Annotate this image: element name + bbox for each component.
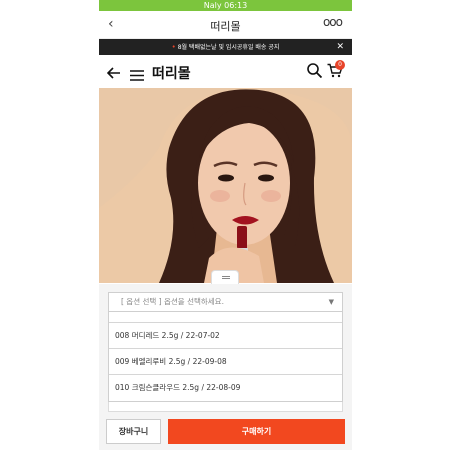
notice-dot-icon: • — [171, 43, 176, 51]
option-list: 008 머디레드 2.5g / 22-07-02 009 베엘리루비 2.5g … — [108, 312, 343, 402]
option-item[interactable]: 008 머디레드 2.5g / 22-07-02 — [109, 322, 342, 348]
product-image[interactable] — [99, 88, 352, 283]
phone-screen: Naly 06:13 ‹ 떠리몰 ooo • 8월 택배없는날 및 임시공휴일 … — [99, 0, 352, 450]
status-bar: Naly 06:13 — [99, 0, 352, 11]
drag-handle[interactable] — [211, 270, 239, 284]
notice-banner[interactable]: • 8월 택배없는날 및 임시공휴일 배송 공지 ✕ — [99, 39, 352, 55]
more-options-icon[interactable]: ooo — [323, 15, 343, 29]
back-arrow-icon[interactable] — [106, 64, 121, 83]
title-bar: ‹ 떠리몰 ooo — [99, 11, 352, 39]
option-list-footer — [108, 402, 343, 412]
option-panel: [ 옵션 선택 ] 옵션을 선택하세요. ▼ 008 머디레드 2.5g / 2… — [99, 284, 352, 450]
shop-name[interactable]: 떠리몰 — [152, 63, 191, 83]
caret-down-icon: ▼ — [328, 298, 334, 306]
cart-count-badge: 0 — [335, 60, 345, 70]
shop-header: 떠리몰 0 — [99, 55, 352, 88]
option-select-placeholder: [ 옵션 선택 ] 옵션을 선택하세요. — [121, 297, 224, 306]
drag-handle-icon — [222, 276, 230, 277]
option-item[interactable]: 010 크림슨클라우드 2.5g / 22-08-09 — [109, 374, 342, 400]
close-icon[interactable]: ✕ — [336, 39, 344, 55]
option-select[interactable]: [ 옵션 선택 ] 옵션을 선택하세요. ▼ — [108, 292, 343, 312]
option-item[interactable]: 009 베엘리루비 2.5g / 22-09-08 — [109, 348, 342, 374]
menu-icon[interactable] — [130, 66, 144, 85]
add-to-cart-button[interactable]: 장바구니 — [106, 419, 161, 444]
search-icon[interactable] — [307, 63, 323, 82]
page-title: 떠리몰 — [210, 20, 241, 33]
buy-now-button[interactable]: 구매하기 — [168, 419, 345, 444]
notice-text: 8월 택배없는날 및 임시공휴일 배송 공지 — [177, 44, 280, 51]
status-bar-text: Naly 06:13 — [203, 1, 248, 10]
